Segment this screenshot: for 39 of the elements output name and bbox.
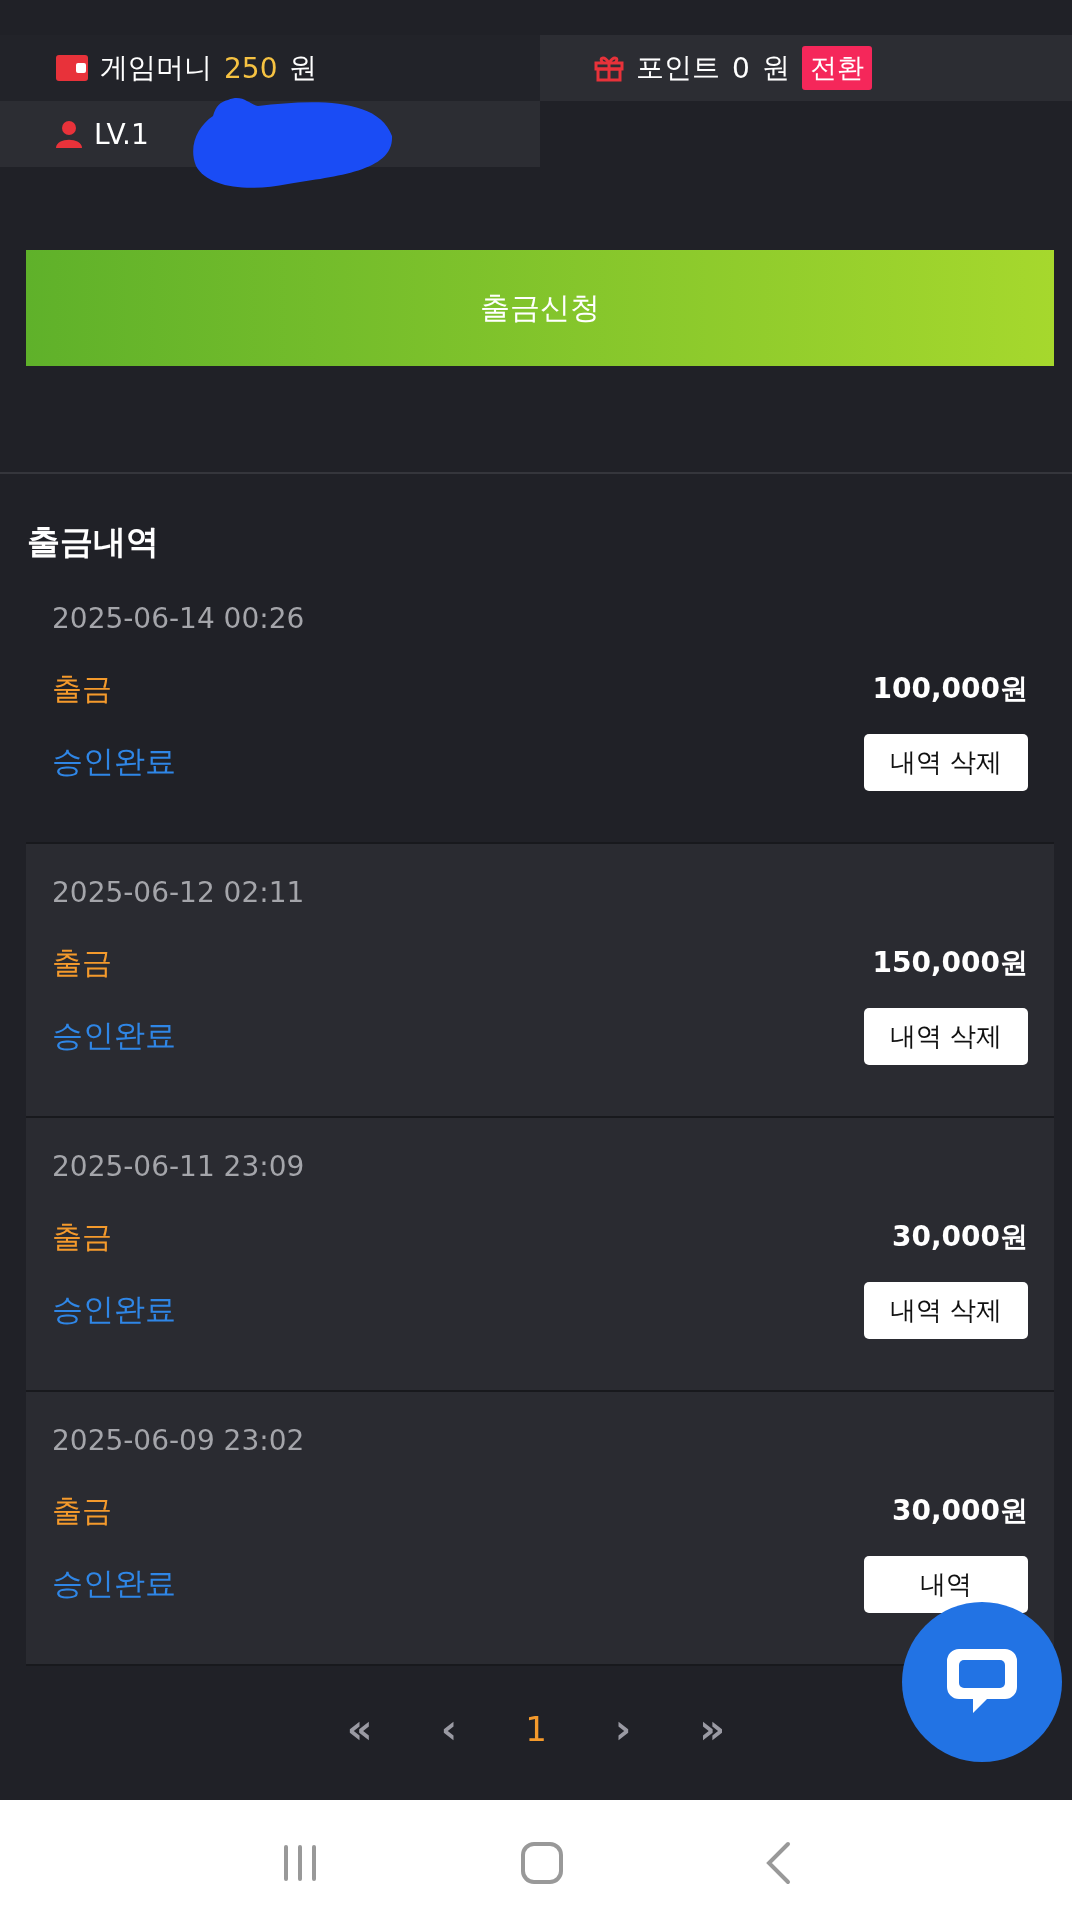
history-status: 승인완료 (52, 1290, 176, 1329)
page-button[interactable]: 1 (519, 1708, 553, 1750)
history-amount: 30,000원 (891, 1493, 1028, 1529)
history-date: 2025-06-09 23:02 (52, 1424, 306, 1459)
first-page-button[interactable]: « (340, 1705, 379, 1753)
next-page-button[interactable]: › (608, 1705, 638, 1753)
history-amount: 30,000원 (891, 1219, 1028, 1255)
point-value: 0 (732, 51, 750, 85)
history-status: 승인완료 (52, 1016, 176, 1055)
history-type: 출금 (52, 943, 112, 982)
delete-history-button[interactable]: 내역 (864, 1555, 1028, 1613)
game-money-unit: 원 (289, 50, 318, 86)
previous-page-button[interactable]: ‹ (434, 1705, 464, 1753)
wallet-icon (56, 55, 88, 81)
convert-button[interactable]: 전환 (801, 46, 872, 90)
point-label: 포인트 (636, 50, 720, 86)
history-date: 2025-06-11 23:09 (52, 1150, 306, 1185)
user-icon (56, 120, 82, 148)
game-money-label: 게임머니 (100, 50, 212, 86)
section-title: 출금내역 (26, 521, 160, 563)
history-date: 2025-06-14 00:26 (52, 602, 306, 637)
game-money-value: 250 (224, 51, 278, 85)
delete-history-button[interactable]: 내역 삭제 (864, 733, 1028, 791)
point-unit: 원 (761, 50, 790, 86)
history-amount: 100,000원 (872, 671, 1028, 707)
history-type: 출금 (52, 1491, 112, 1530)
delete-history-button[interactable]: 내역 삭제 (864, 1007, 1028, 1065)
delete-history-button[interactable]: 내역 삭제 (864, 1281, 1028, 1339)
level-label: LV.1 (94, 117, 149, 151)
history-status: 승인완료 (52, 742, 176, 781)
history-status: 승인완료 (52, 1564, 176, 1603)
gift-icon (594, 54, 624, 82)
back-icon[interactable] (764, 1841, 792, 1885)
history-type: 출금 (52, 1217, 112, 1256)
history-amount: 150,000원 (872, 945, 1028, 981)
history-date: 2025-06-12 02:11 (52, 876, 306, 911)
home-icon[interactable] (520, 1841, 564, 1885)
history-type: 출금 (52, 669, 112, 708)
last-page-button[interactable]: » (693, 1705, 732, 1753)
